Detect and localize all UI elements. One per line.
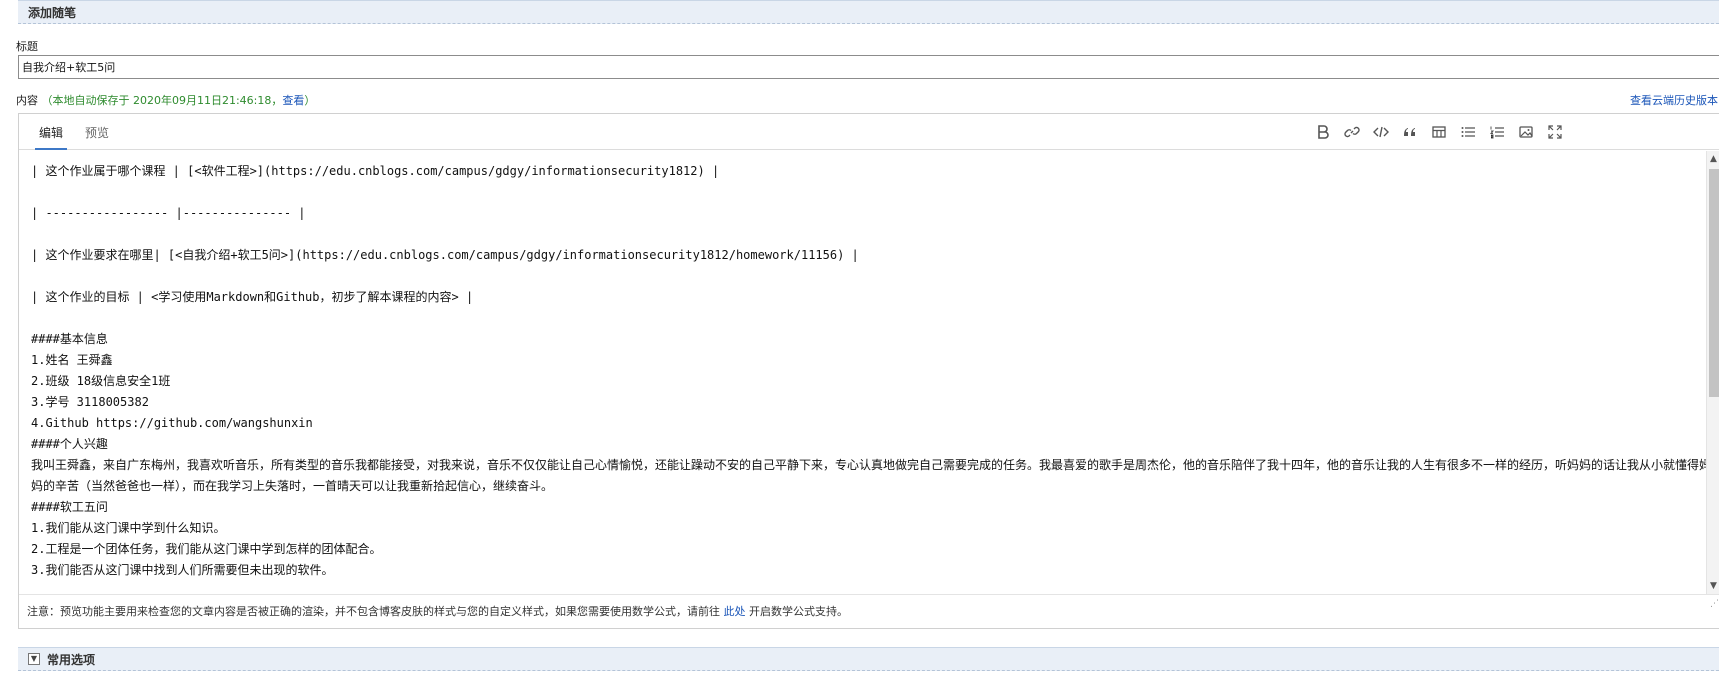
- scroll-up-icon[interactable]: ▲: [1710, 154, 1717, 164]
- preview-note: 注意：预览功能主要用来检查您的文章内容是否被正确的渲染，并不包含博客皮肤的样式与…: [19, 594, 1719, 630]
- quote-icon[interactable]: [1400, 123, 1420, 141]
- cloud-history-link[interactable]: 查看云端历史版本: [1630, 92, 1718, 108]
- markdown-editor: 编辑 预览 | 这个作业属于哪个课程 | [<软件工程>](https://ed…: [18, 113, 1719, 629]
- title-input[interactable]: [18, 55, 1719, 79]
- editor-toolbar: 编辑 预览: [19, 114, 1719, 150]
- common-options-section-header[interactable]: ▼ 常用选项: [18, 647, 1719, 671]
- preview-note-text: 注意：预览功能主要用来检查您的文章内容是否被正确的渲染，并不包含博客皮肤的样式与…: [27, 605, 720, 618]
- resize-grip-icon[interactable]: ⋰: [1710, 599, 1719, 609]
- add-note-heading: 添加随笔: [28, 5, 77, 20]
- math-formula-link[interactable]: 此处: [724, 605, 746, 618]
- fullscreen-icon[interactable]: [1545, 123, 1565, 141]
- link-icon[interactable]: [1342, 123, 1362, 141]
- preview-note-suffix: 开启数学公式支持。: [749, 605, 848, 618]
- add-note-section-header: 添加随笔: [18, 0, 1719, 24]
- editor-textarea[interactable]: | 这个作业属于哪个课程 | [<软件工程>](https://edu.cnbl…: [31, 161, 1711, 589]
- common-options-heading: 常用选项: [47, 652, 96, 667]
- title-label: 标题: [16, 40, 38, 53]
- content-label: 内容: [16, 94, 38, 107]
- scroll-thumb[interactable]: [1709, 169, 1719, 397]
- table-icon[interactable]: [1429, 123, 1449, 141]
- bold-icon[interactable]: [1313, 123, 1333, 141]
- tab-edit[interactable]: 编辑: [35, 122, 68, 150]
- scroll-down-icon[interactable]: ▼: [1710, 581, 1717, 591]
- editor-scrollbar[interactable]: ▲ ▼: [1706, 151, 1719, 594]
- numbered-list-icon[interactable]: [1487, 123, 1507, 141]
- autosave-status-close: ）: [304, 94, 316, 107]
- autosave-view-link[interactable]: 查看: [282, 94, 304, 107]
- code-icon[interactable]: [1371, 123, 1391, 141]
- autosave-status-open: （本地自动保存于 2020年09月11日21:46:18，: [41, 94, 283, 107]
- content-row: 内容 （本地自动保存于 2020年09月11日21:46:18，查看）: [16, 92, 315, 108]
- expand-chevron-icon[interactable]: ▼: [28, 653, 40, 665]
- bulleted-list-icon[interactable]: [1458, 123, 1478, 141]
- image-icon[interactable]: [1516, 123, 1536, 141]
- tab-preview[interactable]: 预览: [81, 122, 113, 150]
